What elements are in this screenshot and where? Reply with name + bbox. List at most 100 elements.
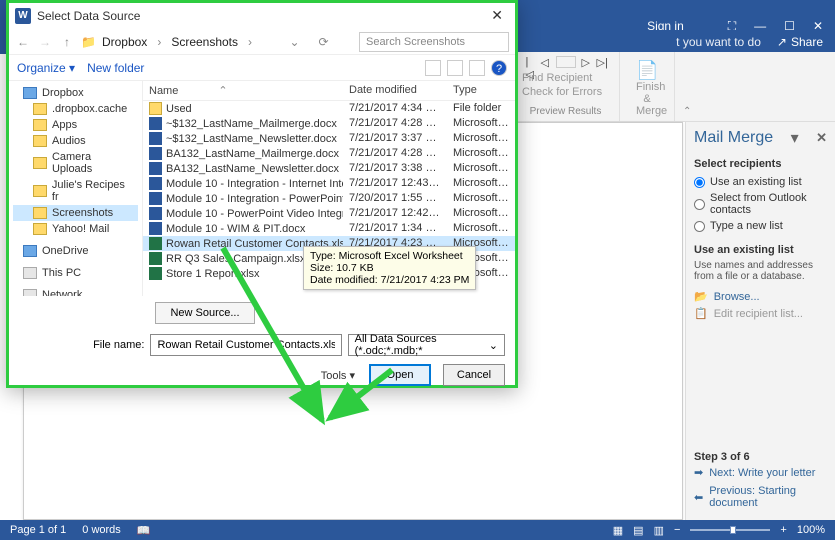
word-icon — [149, 177, 162, 190]
file-row[interactable]: Used7/21/2017 4:34 PMFile folder — [143, 101, 515, 116]
tools-menu[interactable]: Tools ▾ — [321, 369, 355, 382]
step-indicator: Step 3 of 6 — [694, 451, 827, 463]
preview-pane-button[interactable] — [469, 60, 485, 76]
folder-tree[interactable]: Dropbox .dropbox.cache Apps Audios Camer… — [9, 81, 143, 296]
find-recipient-button: Find Recipient — [520, 71, 611, 85]
view-icons-button[interactable] — [425, 60, 441, 76]
edit-list-icon: 📋 — [694, 307, 708, 320]
tree-item[interactable]: .dropbox.cache — [13, 101, 138, 117]
ribbon-mailings-section: |◁ ◁ ▷ ▷| Find Recipient Check for Error… — [512, 52, 835, 122]
last-record-icon[interactable]: ▷| — [597, 56, 606, 65]
col-date-header[interactable]: Date modified — [343, 84, 447, 97]
pane-close-icon[interactable]: ✕ — [816, 130, 827, 146]
folder-open-icon: 📂 — [694, 290, 708, 303]
use-existing-heading: Use an existing list — [694, 244, 827, 256]
word-icon — [149, 117, 162, 130]
share-button[interactable]: ↗ Share — [777, 35, 823, 49]
dialog-close-icon[interactable]: ✕ — [485, 7, 509, 24]
crumb-screenshots[interactable]: Screenshots — [171, 35, 238, 49]
file-row[interactable]: Module 10 - WIM & PIT.docx7/21/2017 1:34… — [143, 221, 515, 236]
word-icon — [149, 207, 162, 220]
edit-recipient-list-link: 📋Edit recipient list... — [694, 305, 827, 322]
zoom-in-icon[interactable]: + — [780, 524, 786, 536]
cancel-button[interactable]: Cancel — [443, 364, 505, 386]
zoom-out-icon[interactable]: − — [674, 524, 680, 536]
zoom-percent[interactable]: 100% — [797, 524, 825, 536]
tree-onedrive[interactable]: OneDrive — [13, 243, 138, 259]
file-type-combo[interactable]: All Data Sources (*.odc;*.mdb;*⌄ — [348, 334, 505, 356]
word-icon — [149, 192, 162, 205]
file-row[interactable]: BA132_LastName_Mailmerge.docx7/21/2017 4… — [143, 146, 515, 161]
nav-up-icon[interactable]: ↑ — [59, 35, 75, 49]
refresh-icon[interactable]: ⟳ — [314, 35, 334, 49]
radio-type-new-list[interactable]: Type a new list — [694, 218, 827, 234]
tree-this-pc[interactable]: This PC — [13, 265, 138, 281]
new-source-button[interactable]: New Source... — [155, 302, 255, 324]
view-read-icon[interactable]: ▦ — [613, 524, 623, 537]
file-row[interactable]: Module 10 - Integration - Internet Integ… — [143, 176, 515, 191]
file-row[interactable]: Module 10 - Integration - PowerPoint.doc… — [143, 191, 515, 206]
select-data-source-dialog: W Select Data Source ✕ ← → ↑ 📁 Dropbox S… — [6, 0, 518, 388]
search-input[interactable]: Search Screenshots — [359, 32, 509, 52]
open-button[interactable]: Open — [369, 364, 431, 386]
dialog-title: Select Data Source — [37, 9, 140, 23]
radio-outlook-contacts[interactable]: Select from Outlook contacts — [694, 190, 827, 218]
tree-item[interactable]: Apps — [13, 117, 138, 133]
prev-step-link[interactable]: ⬅Previous: Starting document — [694, 482, 827, 512]
browse-link[interactable]: 📂Browse... — [694, 288, 827, 305]
radio-existing-list[interactable]: Use an existing list — [694, 174, 827, 190]
crumb-dropbox[interactable]: Dropbox — [102, 35, 147, 49]
prev-record-icon[interactable]: ◁ — [541, 56, 550, 65]
nav-back-icon[interactable]: ← — [15, 35, 31, 49]
zoom-slider[interactable] — [690, 529, 770, 531]
word-count[interactable]: 0 words — [82, 524, 121, 536]
filename-label: File name: — [19, 339, 144, 351]
tree-network[interactable]: Network — [13, 287, 138, 296]
proofing-icon[interactable]: 📖 — [137, 524, 151, 537]
word-icon — [149, 147, 162, 160]
tree-dropbox[interactable]: Dropbox — [13, 85, 138, 101]
record-number-input[interactable] — [556, 56, 576, 68]
word-icon — [149, 162, 162, 175]
use-existing-description: Use names and addresses from a file or a… — [694, 260, 827, 282]
next-record-icon[interactable]: ▷ — [582, 56, 591, 65]
mail-merge-pane: Mail Merge ▾ ✕ Select recipients Use an … — [685, 122, 835, 520]
status-bar: Page 1 of 1 0 words 📖 ▦ ▤ ▥ − + 100% — [0, 520, 835, 540]
finish-merge-button[interactable]: 📄 Finish & Merge — [628, 56, 666, 121]
organize-menu[interactable]: Organize ▾ — [17, 61, 75, 75]
file-row[interactable]: ~$132_LastName_Mailmerge.docx7/21/2017 4… — [143, 116, 515, 131]
tell-me-text[interactable]: t you want to do — [676, 35, 761, 49]
filename-input[interactable] — [150, 334, 341, 356]
select-recipients-heading: Select recipients — [694, 158, 827, 170]
folder-icon: 📁 — [81, 35, 96, 49]
help-icon[interactable]: ? — [491, 60, 507, 76]
crumb-dropdown-icon[interactable]: ⌄ — [282, 35, 308, 49]
page-indicator[interactable]: Page 1 of 1 — [10, 524, 66, 536]
file-tooltip: Type: Microsoft Excel Worksheet Size: 10… — [303, 246, 476, 290]
folder-icon — [149, 102, 162, 115]
file-row[interactable]: BA132_LastName_Newsletter.docx7/21/2017 … — [143, 161, 515, 176]
next-step-link[interactable]: ➡Next: Write your letter — [694, 463, 827, 482]
tree-item[interactable]: Julie's Recipes fr — [13, 177, 138, 205]
new-folder-button[interactable]: New folder — [87, 61, 144, 75]
view-print-icon[interactable]: ▤ — [633, 524, 643, 537]
excel-icon — [149, 237, 162, 250]
file-list[interactable]: Name ⌃ Date modified Type Used7/21/2017 … — [143, 81, 515, 296]
file-row[interactable]: ~$132_LastName_Newsletter.docx7/21/2017 … — [143, 131, 515, 146]
view-list-button[interactable] — [447, 60, 463, 76]
excel-icon — [149, 267, 162, 280]
tree-item[interactable]: Camera Uploads — [13, 149, 138, 177]
check-errors-button: Check for Errors — [520, 85, 611, 99]
view-web-icon[interactable]: ▥ — [654, 524, 664, 537]
col-name-header[interactable]: Name — [149, 85, 178, 97]
first-record-icon[interactable]: |◁ — [526, 56, 535, 65]
tree-item[interactable]: Yahoo! Mail — [13, 221, 138, 237]
nav-fwd-icon: → — [37, 35, 53, 49]
tree-screenshots[interactable]: Screenshots — [13, 205, 138, 221]
ribbon-collapse-icon[interactable]: ⌃ — [683, 106, 685, 117]
tree-item[interactable]: Audios — [13, 133, 138, 149]
col-type-header[interactable]: Type — [447, 84, 515, 97]
word-app-icon: W — [15, 8, 31, 24]
file-row[interactable]: Module 10 - PowerPoint Video Integratio.… — [143, 206, 515, 221]
word-icon — [149, 132, 162, 145]
